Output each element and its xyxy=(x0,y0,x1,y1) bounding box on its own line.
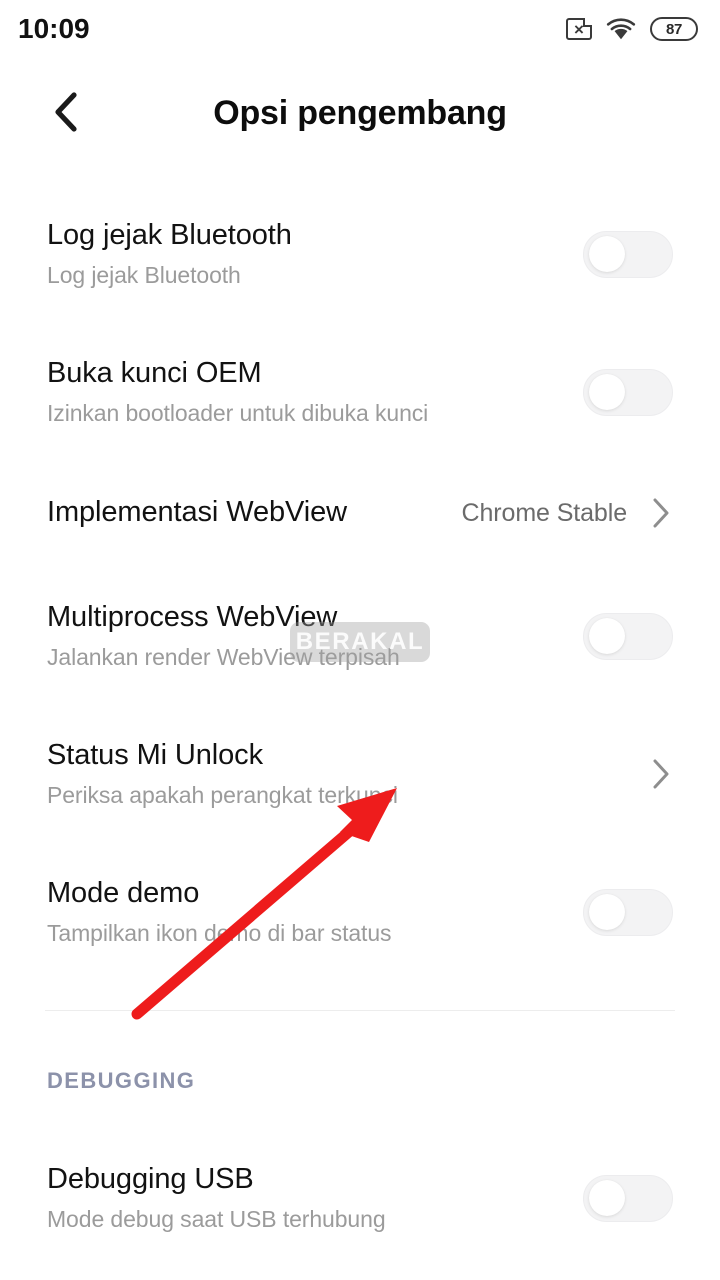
section-header-debugging: DEBUGGING xyxy=(47,1068,196,1093)
list-item-multiprocess-webview[interactable]: Multiprocess WebView Jalankan render Web… xyxy=(0,588,720,684)
status-bar-clock: 10:09 xyxy=(18,13,90,44)
battery-icon: 87 xyxy=(650,17,698,41)
toggle-bluetooth-log[interactable] xyxy=(583,230,673,278)
row-subtitle: Mode debug saat USB terhubung xyxy=(47,1206,386,1233)
row-right xyxy=(583,230,673,278)
phone-screen: 10:09 87 Opsi pengembang xyxy=(0,0,720,1280)
toggle-knob xyxy=(589,1180,625,1216)
row-right xyxy=(649,757,673,791)
toggle-knob xyxy=(589,894,625,930)
row-right: Chrome Stable xyxy=(462,496,673,530)
list-item-webview-implementation[interactable]: Implementasi WebView Chrome Stable xyxy=(0,480,720,546)
row-texts: Multiprocess WebView Jalankan render Web… xyxy=(47,599,400,673)
toggle-knob xyxy=(589,374,625,410)
app-header: Opsi pengembang xyxy=(0,58,720,168)
battery-level-label: 87 xyxy=(665,20,683,38)
row-texts: Status Mi Unlock Periksa apakah perangka… xyxy=(47,737,398,811)
chevron-right-icon xyxy=(653,498,669,528)
section-divider xyxy=(45,1010,675,1012)
row-subtitle: Jalankan render WebView terpisah xyxy=(47,644,400,671)
status-bar: 10:09 87 xyxy=(0,0,720,58)
row-texts: Buka kunci OEM Izinkan bootloader untuk … xyxy=(47,355,428,429)
status-bar-icons: 87 xyxy=(566,17,698,41)
toggle-knob xyxy=(589,618,625,654)
wifi-icon xyxy=(606,17,636,39)
row-subtitle: Log jejak Bluetooth xyxy=(47,262,241,289)
row-right xyxy=(583,888,673,936)
chevron-right-icon xyxy=(653,759,669,789)
row-right xyxy=(583,368,673,416)
toggle-usb-debugging[interactable] xyxy=(583,1174,673,1222)
row-right xyxy=(583,1174,673,1222)
row-subtitle: Izinkan bootloader untuk dibuka kunci xyxy=(47,400,429,427)
row-texts: Mode demo Tampilkan ikon demo di bar sta… xyxy=(47,875,392,949)
list-item-demo-mode[interactable]: Mode demo Tampilkan ikon demo di bar sta… xyxy=(0,864,720,960)
row-title: Implementasi WebView xyxy=(47,496,347,529)
row-title: Multiprocess WebView xyxy=(47,601,338,633)
toggle-multiprocess-webview[interactable] xyxy=(583,612,673,660)
row-title: Buka kunci OEM xyxy=(47,357,262,389)
row-texts: Implementasi WebView xyxy=(47,494,347,531)
list-item-usb-debugging[interactable]: Debugging USB Mode debug saat USB terhub… xyxy=(0,1150,720,1246)
row-value-webview: Chrome Stable xyxy=(461,498,628,527)
toggle-demo-mode[interactable] xyxy=(583,888,673,936)
row-subtitle: Tampilkan ikon demo di bar status xyxy=(47,920,392,947)
page-title: Opsi pengembang xyxy=(213,93,507,132)
row-right xyxy=(583,612,673,660)
row-texts: Log jejak Bluetooth Log jejak Bluetooth xyxy=(47,217,292,291)
list-item-oem-unlock[interactable]: Buka kunci OEM Izinkan bootloader untuk … xyxy=(0,344,720,440)
row-title: Log jejak Bluetooth xyxy=(47,219,292,251)
list-item-mi-unlock-status[interactable]: Status Mi Unlock Periksa apakah perangka… xyxy=(0,726,720,822)
row-title: Status Mi Unlock xyxy=(47,739,263,771)
row-texts: Debugging USB Mode debug saat USB terhub… xyxy=(47,1161,386,1235)
toggle-oem-unlock[interactable] xyxy=(583,368,673,416)
row-title: Debugging USB xyxy=(47,1163,254,1195)
row-title: Mode demo xyxy=(47,877,200,909)
list-item-bluetooth-log[interactable]: Log jejak Bluetooth Log jejak Bluetooth xyxy=(0,206,720,302)
sim-no-card-icon xyxy=(566,18,592,40)
toggle-knob xyxy=(589,236,625,272)
row-subtitle: Periksa apakah perangkat terkunci xyxy=(47,782,398,809)
